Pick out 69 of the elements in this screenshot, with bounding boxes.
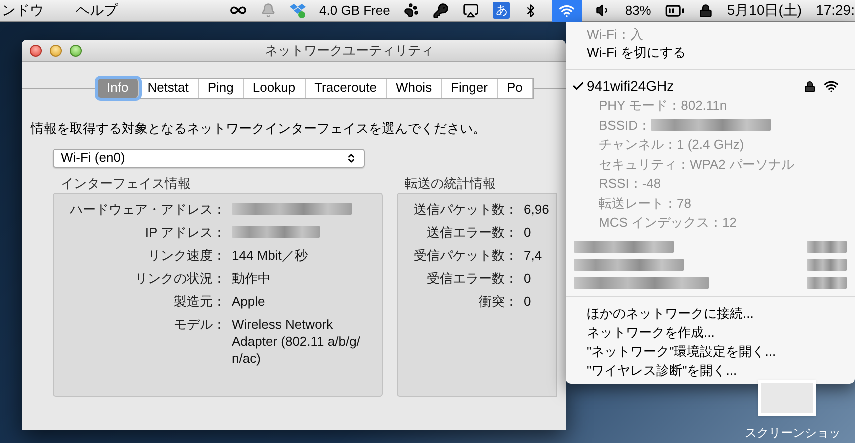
network-detail: BSSID： <box>599 116 652 134</box>
field-label: 受信エラー数： <box>426 270 518 287</box>
file-label[interactable]: スクリーンショッ <box>745 424 841 442</box>
airplay-icon[interactable] <box>463 2 480 18</box>
menu-title[interactable]: ヘルプ <box>74 0 120 21</box>
menu-item[interactable]: "ワイヤレス診断"を開く... <box>566 360 855 380</box>
network-detail: PHY モード：802.11n <box>599 97 728 115</box>
field-label: 受信パケット数： <box>413 247 518 264</box>
field-value: 144 Mbit／秒 <box>232 247 309 264</box>
input-mode-icon[interactable]: あ <box>493 2 510 19</box>
field-value: Apple <box>232 293 266 310</box>
file-thumbnail[interactable] <box>758 380 816 416</box>
redacted-block <box>807 276 847 288</box>
field-value: 0 <box>523 293 532 310</box>
tab[interactable]: Lookup <box>244 78 306 98</box>
menu-item[interactable]: "ネットワーク"環境設定を開く... <box>566 342 855 360</box>
menu-clock[interactable]: 17:29: <box>816 0 855 21</box>
tab[interactable]: Ping <box>198 78 244 98</box>
wifi-icon <box>559 2 576 18</box>
tab[interactable]: Finger <box>442 78 498 98</box>
window-title: ネットワークユーティリティ <box>265 42 434 60</box>
network-detail: 転送レート：78 <box>599 194 692 212</box>
lock-icon[interactable] <box>699 4 714 18</box>
network-detail: セキュリティ：WPA2 パーソナル <box>599 156 794 174</box>
menu-item[interactable]: ほかのネットワークに接続... <box>566 304 855 322</box>
storage-status[interactable]: 4.0 GB Free <box>320 0 390 20</box>
field-label: 送信エラー数： <box>426 224 518 241</box>
battery-percent[interactable]: 83% <box>625 0 652 20</box>
field-label: リンク速度： <box>147 247 226 264</box>
field-value: 6,96 <box>523 201 550 218</box>
group-title: インターフェイス情報 <box>60 174 192 192</box>
field-label: 送信パケット数： <box>413 201 518 218</box>
field-value: 7,4 <box>523 247 542 264</box>
wifi-status-button[interactable] <box>552 0 582 22</box>
select-arrows-icon <box>346 152 357 164</box>
tab[interactable]: Traceroute <box>306 78 387 98</box>
field-value: 0 <box>523 270 532 287</box>
minimize-button[interactable] <box>50 44 62 56</box>
field-label: ハードウェア・アドレス： <box>69 201 226 218</box>
redacted-block <box>807 240 847 252</box>
tab[interactable]: Whois <box>386 78 442 98</box>
network-detail: チャンネル：1 (2.4 GHz) <box>599 136 744 154</box>
redacted-block <box>807 258 847 270</box>
tab[interactable]: Po <box>498 78 533 98</box>
field-label: 製造元： <box>173 293 226 310</box>
menu-date[interactable]: 5月10日(土) <box>727 0 802 21</box>
close-button[interactable] <box>30 44 42 56</box>
field-value: Wireless Network Adapter (802.11 a/b/g/ n/ac) <box>232 316 362 367</box>
zoom-button[interactable] <box>70 44 82 56</box>
network-detail: MCS インデックス：12 <box>599 214 737 232</box>
tab[interactable]: Netstat <box>138 78 199 98</box>
field-label: モデル： <box>173 316 226 334</box>
open-box-icon[interactable] <box>290 2 306 18</box>
key-icon[interactable] <box>433 2 450 18</box>
network-item[interactable]: 941wifi24GHz <box>566 77 855 96</box>
paw-icon[interactable] <box>404 3 420 18</box>
network-detail: RSSI：-48 <box>599 175 662 193</box>
field-label: IP アドレス： <box>144 224 226 241</box>
menu-title[interactable]: ンドウ <box>0 0 46 21</box>
menu-item[interactable]: ネットワークを作成... <box>566 322 855 342</box>
interface-select[interactable]: Wi-Fi (en0) <box>53 148 365 168</box>
field-label: リンクの状況： <box>134 270 226 287</box>
group-title: 転送の統計情報 <box>404 174 497 192</box>
field-value: 0 <box>523 224 532 241</box>
instruction-text: 情報を取得する対象となるネットワークインターフェイスを選んでください。 <box>31 120 487 138</box>
menu-item[interactable]: Wi-Fi を切にする <box>566 44 855 62</box>
field-value: 動作中 <box>232 270 272 287</box>
wifi-signal-icon <box>824 79 839 94</box>
field-label: 衝突： <box>478 293 518 310</box>
